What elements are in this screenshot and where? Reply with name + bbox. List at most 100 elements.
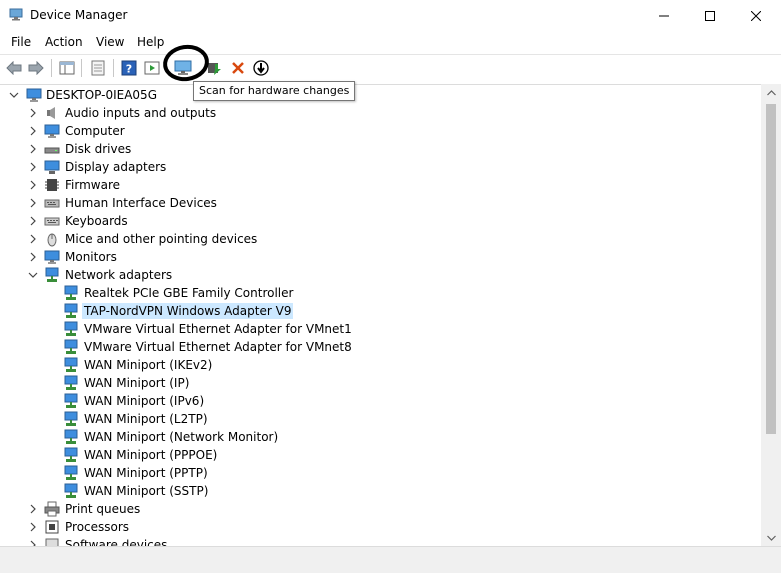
chip-icon bbox=[45, 179, 59, 191]
tree-item-hid[interactable]: Human Interface Devices bbox=[0, 194, 761, 212]
chevron-down-icon[interactable] bbox=[27, 269, 39, 281]
chevron-right-icon[interactable] bbox=[27, 521, 39, 533]
tree-item-label: Network adapters bbox=[65, 268, 173, 282]
display-adapter-icon bbox=[44, 160, 60, 174]
tree-child-item[interactable]: WAN Miniport (IP) bbox=[0, 374, 761, 392]
scroll-up-button[interactable] bbox=[761, 84, 781, 101]
tree-item-display-adapters[interactable]: Display adapters bbox=[0, 158, 761, 176]
chevron-right-icon[interactable] bbox=[27, 197, 39, 209]
chevron-right-icon[interactable] bbox=[27, 179, 39, 191]
download-button[interactable] bbox=[252, 59, 270, 77]
tree-child-item[interactable]: WAN Miniport (L2TP) bbox=[0, 410, 761, 428]
scrollbar-thumb[interactable] bbox=[766, 104, 776, 434]
tree-child-item[interactable]: WAN Miniport (SSTP) bbox=[0, 482, 761, 500]
tree-child-item[interactable]: VMware Virtual Ethernet Adapter for VMne… bbox=[0, 338, 761, 356]
tree-item-network-adapters[interactable]: Network adapters bbox=[0, 266, 761, 284]
chevron-right-icon[interactable] bbox=[27, 215, 39, 227]
printer-icon bbox=[44, 501, 60, 517]
chevron-right-icon[interactable] bbox=[27, 143, 39, 155]
uninstall-device-button[interactable] bbox=[229, 59, 247, 77]
chevron-right-icon[interactable] bbox=[27, 503, 39, 515]
speaker-icon bbox=[47, 107, 55, 119]
processor-icon bbox=[45, 520, 59, 534]
menu-action[interactable]: Action bbox=[45, 35, 83, 49]
network-adapter-icon bbox=[64, 411, 78, 426]
menu-file[interactable]: File bbox=[11, 35, 31, 49]
minimize-icon bbox=[659, 15, 669, 16]
tree-item-label: WAN Miniport (Network Monitor) bbox=[84, 430, 279, 444]
minimize-button[interactable] bbox=[641, 0, 687, 31]
chevron-down-icon[interactable] bbox=[8, 89, 20, 101]
close-button[interactable] bbox=[733, 0, 779, 31]
tree-item-label: Human Interface Devices bbox=[65, 196, 217, 210]
download-arrow-icon bbox=[253, 60, 269, 76]
tree-child-item[interactable]: WAN Miniport (IPv6) bbox=[0, 392, 761, 410]
chevron-right-icon[interactable] bbox=[27, 251, 39, 263]
vertical-scrollbar[interactable] bbox=[761, 84, 781, 546]
tree-item-label: Audio inputs and outputs bbox=[65, 106, 217, 120]
tree-item-keyboards[interactable]: Keyboards bbox=[0, 212, 761, 230]
network-adapter-icon bbox=[64, 321, 78, 336]
tree-item-label: WAN Miniport (IKEv2) bbox=[84, 358, 213, 372]
tree-child-item[interactable]: VMware Virtual Ethernet Adapter for VMne… bbox=[0, 320, 761, 338]
tree-item-label: Firmware bbox=[65, 178, 120, 192]
network-adapter-icon bbox=[64, 483, 78, 498]
help-button[interactable]: ? bbox=[120, 59, 138, 77]
computer-icon bbox=[44, 124, 60, 138]
tree-item-disk-drives[interactable]: Disk drives bbox=[0, 140, 761, 158]
tooltip: Scan for hardware changes bbox=[193, 81, 356, 101]
close-icon bbox=[751, 10, 761, 21]
network-adapter-icon bbox=[64, 429, 78, 444]
device-tree[interactable]: DESKTOP-0IEA05G Audio inputs and outputs… bbox=[0, 84, 761, 547]
chevron-right-icon[interactable] bbox=[27, 107, 39, 119]
run-button[interactable] bbox=[143, 59, 161, 77]
tree-item-audio[interactable]: Audio inputs and outputs bbox=[0, 104, 761, 122]
computer-icon bbox=[26, 88, 42, 102]
tree-item-computer[interactable]: Computer bbox=[0, 122, 761, 140]
network-adapter-icon bbox=[64, 465, 78, 480]
forward-arrow-icon bbox=[28, 61, 44, 75]
tree-root[interactable]: DESKTOP-0IEA05G bbox=[0, 86, 761, 104]
tree-item-firmware[interactable]: Firmware bbox=[0, 176, 761, 194]
network-adapter-icon bbox=[64, 357, 78, 372]
tree-item-processors[interactable]: Processors bbox=[0, 518, 761, 536]
chevron-right-icon[interactable] bbox=[27, 125, 39, 137]
tree-item-mice[interactable]: Mice and other pointing devices bbox=[0, 230, 761, 248]
tree-child-item[interactable]: WAN Miniport (IKEv2) bbox=[0, 356, 761, 374]
back-button[interactable] bbox=[5, 59, 23, 77]
maximize-button[interactable] bbox=[687, 0, 733, 31]
menu-help[interactable]: Help bbox=[137, 35, 164, 49]
tree-root-label: DESKTOP-0IEA05G bbox=[46, 88, 157, 102]
tree-item-label: WAN Miniport (L2TP) bbox=[84, 412, 208, 426]
tree-item-print-queues[interactable]: Print queues bbox=[0, 500, 761, 518]
tree-item-monitors[interactable]: Monitors bbox=[0, 248, 761, 266]
back-arrow-icon bbox=[6, 61, 22, 75]
forward-button[interactable] bbox=[27, 59, 45, 77]
tree-item-label: VMware Virtual Ethernet Adapter for VMne… bbox=[84, 340, 352, 354]
menu-bar: File Action View Help bbox=[0, 31, 781, 53]
tree-child-item[interactable]: WAN Miniport (PPTP) bbox=[0, 464, 761, 482]
delete-x-icon bbox=[232, 62, 244, 74]
status-bar bbox=[0, 546, 781, 573]
chevron-down-icon bbox=[766, 535, 776, 541]
tree-item-label: WAN Miniport (IPv6) bbox=[84, 394, 205, 408]
chevron-right-icon[interactable] bbox=[27, 233, 39, 245]
toolbar-separator bbox=[51, 59, 52, 77]
network-adapter-icon bbox=[64, 339, 78, 354]
tree-child-item[interactable]: Realtek PCIe GBE Family Controller bbox=[0, 284, 761, 302]
svg-text:?: ? bbox=[126, 63, 132, 76]
properties-button[interactable] bbox=[89, 59, 107, 77]
chevron-right-icon[interactable] bbox=[27, 161, 39, 173]
menu-view[interactable]: View bbox=[96, 35, 124, 49]
show-hide-console-tree-button[interactable] bbox=[58, 59, 76, 77]
tree-item-label: WAN Miniport (PPPOE) bbox=[84, 448, 218, 462]
tree-child-item[interactable]: WAN Miniport (PPPOE) bbox=[0, 446, 761, 464]
tree-item-label: Print queues bbox=[65, 502, 141, 516]
scroll-down-button[interactable] bbox=[761, 529, 781, 546]
tree-child-item-selected[interactable]: TAP-NordVPN Windows Adapter V9 bbox=[0, 302, 761, 320]
play-window-icon bbox=[144, 61, 160, 75]
hid-icon bbox=[44, 199, 60, 208]
tree-child-item[interactable]: WAN Miniport (Network Monitor) bbox=[0, 428, 761, 446]
properties-icon bbox=[91, 60, 105, 76]
network-adapter-icon bbox=[64, 393, 78, 408]
